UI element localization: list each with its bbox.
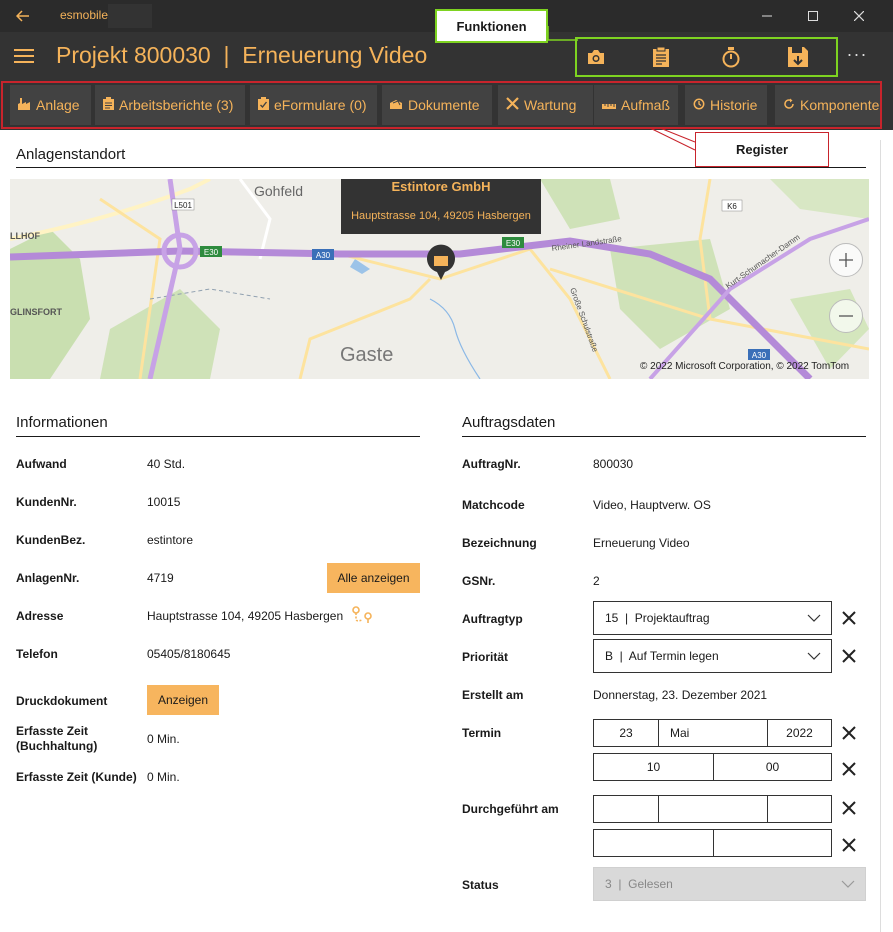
durchgefuehrt-minute[interactable] xyxy=(714,830,831,856)
map-label-e30-left: E30 xyxy=(204,248,219,257)
matchcode-value: Video, Hauptverw. OS xyxy=(593,498,711,512)
route-icon[interactable] xyxy=(350,605,374,625)
map-label-l501: L501 xyxy=(174,201,192,210)
aufwand-label: Aufwand xyxy=(16,457,67,471)
erstellt-label: Erstellt am xyxy=(462,688,524,702)
auftragnr-label: AuftragNr. xyxy=(462,457,521,471)
adresse-label: Adresse xyxy=(16,609,64,623)
register-callout: Register xyxy=(695,132,829,167)
map-label-llhof: LLHOF xyxy=(10,231,40,241)
map-zoom-in-button[interactable] xyxy=(829,243,863,277)
order-section-title: Auftragsdaten xyxy=(462,414,556,431)
prioritaet-dropdown[interactable]: B | Auf Termin legen xyxy=(593,639,832,673)
info-section-divider xyxy=(16,436,420,437)
prioritaet-label: Priorität xyxy=(462,650,509,664)
chevron-down-icon xyxy=(841,878,855,892)
adresse-value: Hauptstrasse 104, 49205 Hasbergen xyxy=(147,609,344,623)
map-label-k6: K6 xyxy=(727,202,737,211)
order-section-divider xyxy=(462,436,866,437)
show-document-button[interactable]: Anzeigen xyxy=(147,685,219,715)
location-section-divider xyxy=(16,167,866,168)
termin-month[interactable]: Mai xyxy=(659,720,768,746)
erstellt-value: Donnerstag, 23. Dezember 2021 xyxy=(593,688,768,702)
aufwand-value: 40 Std. xyxy=(147,457,186,471)
termin-minute[interactable]: 00 xyxy=(714,754,831,780)
kundennr-label: KundenNr. xyxy=(16,495,77,509)
auftragtyp-dropdown[interactable]: 15 | Projektauftrag xyxy=(593,601,832,635)
clear-prioritaet-icon[interactable] xyxy=(838,645,860,667)
status-dropdown-disabled: 3 | Gelesen xyxy=(593,867,866,901)
durchgefuehrt-year[interactable] xyxy=(768,796,831,822)
bezeichnung-value: Erneuerung Video xyxy=(593,536,690,550)
termin-time-picker[interactable]: 10 00 xyxy=(593,753,832,781)
prioritaet-value: B | Auf Termin legen xyxy=(605,649,719,663)
map-label-a30-right: A30 xyxy=(752,351,767,360)
map-label-glinsfort: GLINSFORT xyxy=(10,307,62,317)
bezeichnung-label: Bezeichnung xyxy=(462,536,537,550)
durchgefuehrt-hour[interactable] xyxy=(594,830,714,856)
termin-year[interactable]: 2022 xyxy=(768,720,831,746)
kundenbez-label: KundenBez. xyxy=(16,533,86,547)
clear-durchgefuehrt-date-icon[interactable] xyxy=(838,797,860,819)
erfasste-zeit-buchhaltung-label: Erfasste Zeit (Buchhaltung) xyxy=(16,724,98,753)
erfasste-zeit-kunde-label: Erfasste Zeit (Kunde) xyxy=(16,770,137,784)
map-zoom-out-button[interactable] xyxy=(829,299,863,333)
status-label: Status xyxy=(462,878,499,892)
matchcode-label: Matchcode xyxy=(462,498,525,512)
telefon-label: Telefon xyxy=(16,647,58,661)
show-all-button[interactable]: Alle anzeigen xyxy=(327,563,420,593)
map-label-gohfeld: Gohfeld xyxy=(254,183,303,199)
termin-day[interactable]: 23 xyxy=(594,720,659,746)
erfasste-zeit-kunde-value: 0 Min. xyxy=(147,770,180,784)
map-label-e30-right: E30 xyxy=(506,239,521,248)
gsnr-label: GSNr. xyxy=(462,574,496,588)
clear-termin-time-icon[interactable] xyxy=(838,758,860,780)
clear-termin-date-icon[interactable] xyxy=(838,722,860,744)
anlagennr-label: AnlagenNr. xyxy=(16,571,80,585)
druckdokument-label: Druckdokument xyxy=(16,694,108,708)
chevron-down-icon xyxy=(807,612,821,626)
durchgefuehrt-month[interactable] xyxy=(659,796,768,822)
popup-company-name: Estintore GmbH xyxy=(391,179,491,194)
termin-label: Termin xyxy=(462,726,502,740)
map-copyright: © 2022 Microsoft Corporation, © 2022 Tom… xyxy=(640,361,850,372)
anlagennr-value: 4719 xyxy=(147,571,174,585)
termin-date-picker[interactable]: 23 Mai 2022 xyxy=(593,719,832,747)
durchgefuehrt-time-picker[interactable] xyxy=(593,829,832,857)
scrollbar-track[interactable] xyxy=(880,140,881,932)
termin-hour[interactable]: 10 xyxy=(594,754,714,780)
location-section-title: Anlagenstandort xyxy=(16,146,126,163)
gsnr-value: 2 xyxy=(593,574,600,588)
map-label-a30-left: A30 xyxy=(316,251,331,260)
popup-address: Hauptstrasse 104, 49205 Hasbergen xyxy=(351,210,531,222)
auftragnr-value: 800030 xyxy=(593,457,634,471)
info-section-title: Informationen xyxy=(16,414,108,431)
durchgefuehrt-day[interactable] xyxy=(594,796,659,822)
map-label-gaste: Gaste xyxy=(340,344,393,366)
telefon-value[interactable]: 05405/8180645 xyxy=(147,647,230,661)
map-location-popup: Estintore GmbH Hauptstrasse 104, 49205 H… xyxy=(341,179,541,234)
erfasste-zeit-buchhaltung-value: 0 Min. xyxy=(147,732,180,746)
durchgefuehrt-label: Durchgeführt am xyxy=(462,802,559,816)
kundennr-value: 10015 xyxy=(147,495,181,509)
status-value: 3 | Gelesen xyxy=(605,877,673,891)
functions-callout: Funktionen xyxy=(435,9,548,43)
chevron-down-icon xyxy=(807,650,821,664)
durchgefuehrt-date-picker[interactable] xyxy=(593,795,832,823)
kundenbez-value: estintore xyxy=(147,533,194,547)
clear-auftragtyp-icon[interactable] xyxy=(838,607,860,629)
auftragtyp-value: 15 | Projektauftrag xyxy=(605,611,710,625)
clear-durchgefuehrt-time-icon[interactable] xyxy=(838,834,860,856)
auftragtyp-label: Auftragtyp xyxy=(462,612,523,626)
